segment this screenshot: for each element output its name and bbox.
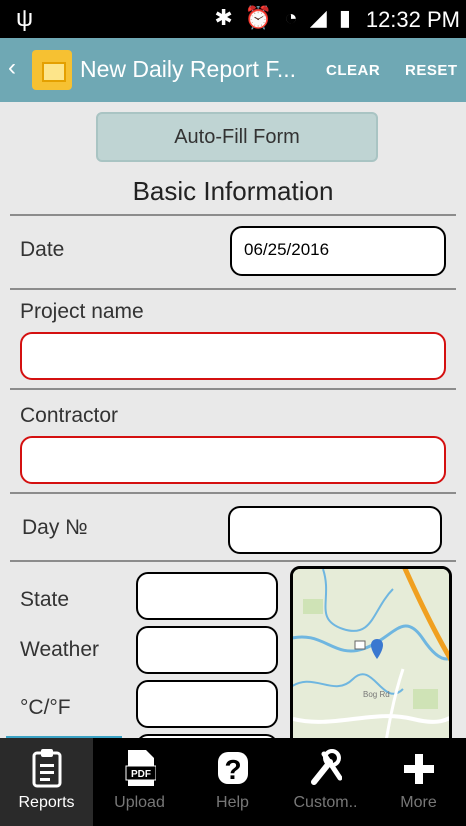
- temperature-unit-field[interactable]: [136, 680, 278, 728]
- weather-label: Weather: [20, 638, 99, 661]
- nav-label-upload: Upload: [114, 794, 165, 811]
- svg-text:PDF: PDF: [131, 769, 151, 780]
- status-time: 12:32 PM: [365, 7, 460, 32]
- day-number-label: Day №: [22, 516, 88, 539]
- nav-label-reports: Reports: [18, 794, 75, 811]
- plus-icon: [404, 754, 434, 784]
- wifi-icon: ◔: [284, 5, 301, 30]
- state-label: State: [20, 588, 70, 611]
- location-map[interactable]: Bog Rd: [290, 566, 452, 738]
- contractor-field[interactable]: [20, 436, 446, 484]
- clipboard-icon: [32, 749, 62, 788]
- svg-text:?: ?: [224, 754, 241, 785]
- divider: [10, 560, 456, 562]
- alarm-icon: ⏰: [244, 5, 276, 30]
- signal-icon: ◢: [309, 5, 330, 30]
- project-name-label: Project name: [20, 300, 144, 323]
- divider: [10, 388, 456, 390]
- nav-item-more[interactable]: More: [372, 738, 465, 826]
- nav-label-help: Help: [216, 794, 249, 811]
- divider: [10, 492, 456, 494]
- section-title: Basic Information: [132, 176, 334, 206]
- map-road-label: Bog Rd: [363, 690, 390, 699]
- tools-icon: [311, 749, 342, 785]
- divider: [10, 288, 456, 290]
- nav-label-more: More: [400, 794, 437, 811]
- pdf-icon: PDF: [125, 750, 156, 786]
- page-title: New Daily Report F...: [80, 56, 297, 82]
- status-bar: ψ ✱ ⏰ ◔ ◢ ▮ 12:32 PM: [0, 0, 466, 38]
- status-icons: ✱ ⏰ ◔ ◢ ▮: [214, 5, 354, 31]
- bluetooth-icon: ✱: [214, 5, 236, 30]
- help-icon: ?: [218, 752, 248, 785]
- bottom-nav: Reports PDF Upload ? Help Custom.. More: [0, 738, 466, 826]
- battery-icon: ▮: [338, 5, 354, 30]
- action-bar: ‹ New Daily Report F... CLEAR RESET: [0, 38, 466, 102]
- clear-button[interactable]: CLEAR: [326, 62, 380, 79]
- map-graphic: Bog Rd: [293, 569, 449, 738]
- nav-item-reports[interactable]: Reports: [0, 738, 93, 826]
- divider: [10, 214, 456, 216]
- date-label: Date: [20, 238, 65, 261]
- reset-button[interactable]: RESET: [405, 62, 458, 79]
- autofill-button[interactable]: Auto-Fill Form: [96, 112, 378, 162]
- app-logo-icon[interactable]: [32, 50, 72, 90]
- temperature-unit-label: °C/°F: [20, 696, 71, 719]
- nav-item-customize[interactable]: Custom..: [279, 738, 372, 826]
- contractor-label: Contractor: [20, 404, 119, 427]
- nav-item-help[interactable]: ? Help: [186, 738, 279, 826]
- usb-icon: ψ: [16, 5, 34, 32]
- weather-field[interactable]: [136, 626, 278, 674]
- nav-item-upload[interactable]: PDF Upload: [93, 738, 186, 826]
- day-number-field[interactable]: [228, 506, 442, 554]
- back-icon[interactable]: ‹: [8, 54, 16, 82]
- state-field[interactable]: [136, 572, 278, 620]
- nav-label-customize: Custom..: [293, 794, 358, 811]
- date-field[interactable]: 06/25/2016: [230, 226, 446, 276]
- project-name-field[interactable]: [20, 332, 446, 380]
- form-content[interactable]: Auto-Fill Form Basic Information Date 06…: [0, 102, 466, 738]
